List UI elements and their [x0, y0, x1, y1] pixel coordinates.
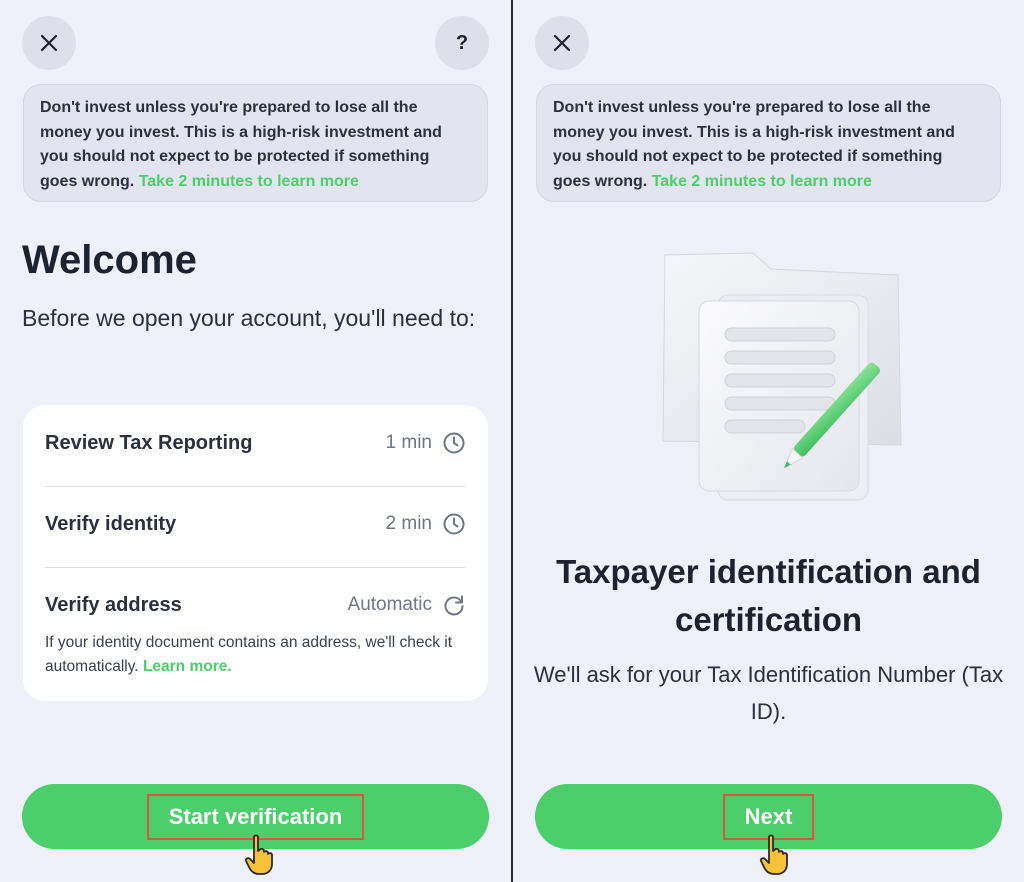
page-subtitle: We'll ask for your Tax Identification Nu…	[533, 662, 1004, 724]
close-icon	[553, 34, 571, 52]
step-label: Verify identity	[45, 512, 177, 535]
address-note-text: If your identity document contains an ad…	[45, 634, 453, 675]
question-icon: ?	[455, 31, 469, 54]
page-subtitle: Before we open your account, you'll need…	[22, 305, 476, 331]
refresh-icon	[444, 595, 464, 616]
learn-more-link[interactable]: Take 2 minutes to learn more	[652, 173, 872, 190]
learn-more-link[interactable]: Take 2 minutes to learn more	[139, 173, 359, 190]
welcome-screen: ? Don't invest unless you're prepared to…	[0, 0, 511, 882]
page-title: Taxpayer identification and certificatio…	[556, 553, 981, 638]
step-label: Review Tax Reporting	[45, 431, 253, 454]
step-row-address: Verify address Automatic	[45, 593, 466, 617]
learn-more-link[interactable]: Learn more.	[143, 658, 232, 675]
pointer-hand-icon	[244, 834, 273, 875]
divider	[45, 567, 466, 568]
next-label: Next	[722, 793, 815, 840]
help-button[interactable]: ?	[435, 16, 489, 70]
taxpayer-screen: Don't invest unless you're prepared to l…	[513, 0, 1024, 882]
close-button[interactable]	[22, 16, 76, 70]
address-note: If your identity document contains an ad…	[45, 631, 458, 679]
risk-warning: Don't invest unless you're prepared to l…	[536, 84, 1001, 202]
divider	[45, 486, 466, 487]
step-duration: 2 min	[385, 513, 432, 534]
clock-icon	[443, 513, 465, 535]
step-duration: 1 min	[385, 432, 432, 453]
page-title: Welcome	[22, 238, 197, 282]
close-icon	[40, 34, 58, 52]
risk-warning: Don't invest unless you're prepared to l…	[23, 84, 488, 202]
step-row-identity: Verify identity 2 min	[45, 512, 466, 536]
step-duration: Automatic	[347, 594, 432, 615]
clock-icon	[443, 432, 465, 454]
step-label: Verify address	[45, 593, 182, 616]
step-row-tax: Review Tax Reporting 1 min	[45, 431, 466, 455]
pointer-hand-icon	[759, 834, 788, 875]
start-verification-label: Start verification	[146, 793, 365, 840]
close-button[interactable]	[535, 16, 589, 70]
steps-card: Review Tax Reporting 1 min Verify identi…	[23, 405, 488, 701]
documents-pencil-illustration	[662, 252, 902, 501]
